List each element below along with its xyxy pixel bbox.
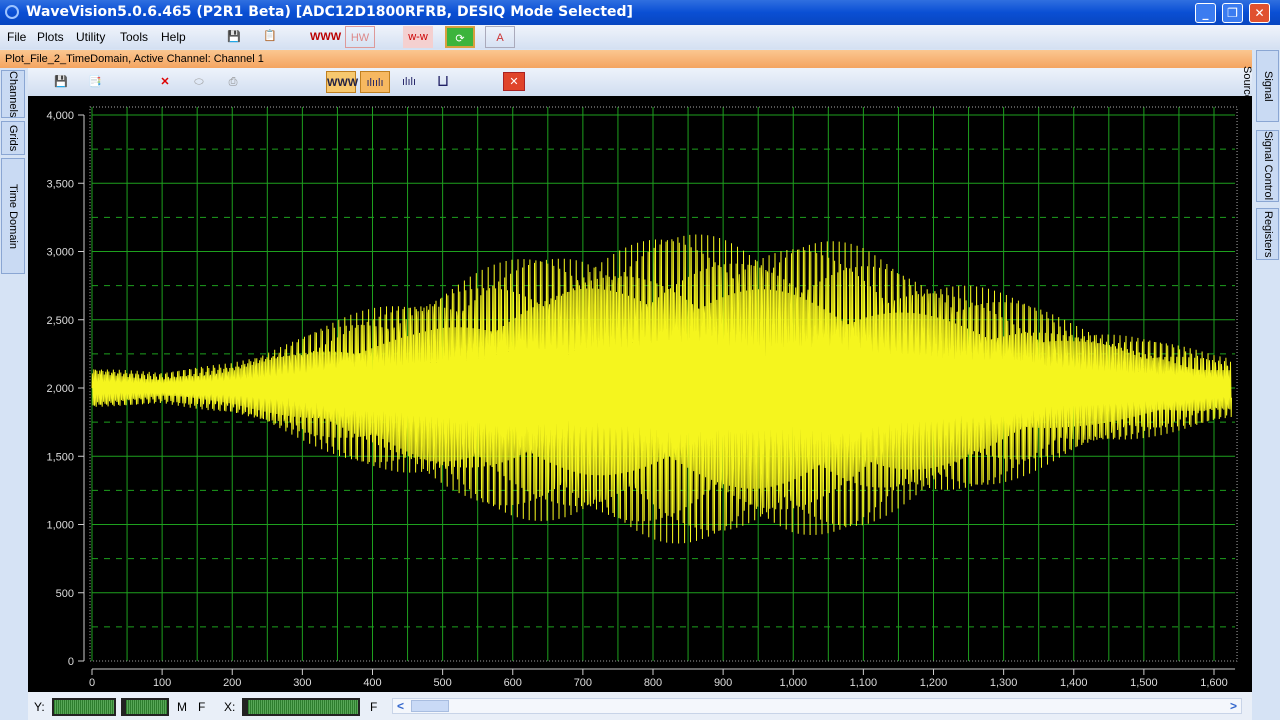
x-tick-label: 600 (504, 677, 522, 689)
y-tick-label: 0 (68, 656, 74, 668)
x-tick-label: 1,300 (990, 677, 1018, 689)
bathtub-plot-icon[interactable]: ⊔ (428, 71, 458, 93)
window-title: WaveVision5.0.6.465 (P2R1 Beta) [ADC12D1… (26, 4, 633, 20)
bottom-bar: Y: M F X: F < > (28, 692, 1252, 720)
y-scale-slider[interactable] (52, 698, 116, 716)
y-label: Y: (34, 700, 45, 714)
app-logo-icon (5, 5, 19, 19)
histogram-plot-icon[interactable]: ılılı (394, 71, 424, 93)
y-tick-label: 4,000 (46, 110, 74, 122)
export-icon[interactable]: 📋 (255, 25, 285, 47)
x-fit-button[interactable]: F (370, 700, 377, 714)
chart-svg: 0 100 200 300 400 500 600 700 800 900 1,000 1,100 1,… (46, 106, 1238, 689)
scroll-left-button[interactable]: < (397, 699, 404, 713)
menu-file[interactable]: File (7, 30, 26, 44)
y-tick-label: 1,500 (46, 451, 74, 463)
menu-help[interactable]: Help (161, 30, 186, 44)
y-tick-label: 500 (56, 588, 74, 600)
x-tick-label: 0 (89, 677, 95, 689)
menu-plots[interactable]: Plots (37, 30, 64, 44)
x-tick-label: 1,400 (1060, 677, 1088, 689)
print-icon[interactable]: ⎙ (218, 71, 248, 93)
x-tick-label: 1,500 (1130, 677, 1158, 689)
close-plot-button[interactable]: ✕ (503, 72, 525, 91)
scroll-right-button[interactable]: > (1230, 699, 1237, 713)
time-domain-plot[interactable]: 0 100 200 300 400 500 600 700 800 900 1,000 1,100 1,… (28, 96, 1252, 692)
title-bar: WaveVision5.0.6.465 (P2R1 Beta) [ADC12D1… (0, 0, 1280, 25)
tab-registers[interactable]: Registers (1256, 208, 1279, 260)
x-tick-label: 100 (153, 677, 171, 689)
tab-signal-sources[interactable]: Signal Sources (1241, 50, 1279, 122)
zoom-reset-icon[interactable]: ✕ (150, 71, 180, 93)
tab-grids[interactable]: Grids (1, 121, 25, 155)
x-tick-label: 1,100 (850, 677, 878, 689)
tab-signal-control[interactable]: Signal Control (1256, 130, 1279, 202)
tab-channels[interactable]: Channels (1, 70, 25, 118)
tab-time-domain-readouts[interactable]: Time Domain Readouts (1, 158, 25, 274)
y-offset-slider[interactable] (121, 698, 169, 716)
waveform-icon[interactable]: w-w (403, 26, 433, 48)
x-tick-label: 800 (644, 677, 662, 689)
y-tick-label: 2,500 (46, 315, 74, 327)
x-tick-label: 1,600 (1200, 677, 1228, 689)
x-tick-label: 400 (363, 677, 381, 689)
plot-toolbar: 💾 📑 ✕ ⬭ ⎙ WWW ılıılı ılılı ⊔ ✕ (28, 68, 1252, 96)
channel-1-trace (91, 234, 1232, 544)
x-scrollbar[interactable]: < > (392, 698, 1242, 714)
y-tick-label: 1,000 (46, 520, 74, 532)
save-icon[interactable]: 💾 (219, 26, 249, 48)
menu-utility[interactable]: Utility (76, 30, 105, 44)
x-tick-label: 900 (714, 677, 732, 689)
hw-icon[interactable]: HW (345, 26, 375, 48)
time-plot-icon[interactable]: WWW (326, 71, 358, 93)
restore-button[interactable]: ❐ (1222, 3, 1243, 23)
y-max-button[interactable]: M (177, 700, 187, 714)
fft-plot-icon[interactable]: ılıılı (360, 71, 390, 93)
x-tick-label: 500 (433, 677, 451, 689)
y-tick-label: 3,500 (46, 178, 74, 190)
close-window-button[interactable]: ✕ (1249, 3, 1270, 23)
time-domain-icon[interactable]: WWW (310, 26, 341, 48)
x-tick-label: 300 (293, 677, 311, 689)
menu-tools[interactable]: Tools (120, 30, 148, 44)
analysis-icon[interactable]: A (485, 26, 515, 48)
scroll-thumb[interactable] (411, 700, 449, 712)
copy-plot-icon[interactable]: 📑 (80, 71, 110, 93)
x-tick-label: 1,000 (779, 677, 807, 689)
y-tick-label: 2,000 (46, 383, 74, 395)
y-fit-button[interactable]: F (198, 700, 205, 714)
x-label: X: (224, 700, 236, 714)
plot-label: Plot_File_2_TimeDomain, Active Channel: … (0, 50, 1252, 68)
x-tick-label: 700 (574, 677, 592, 689)
refresh-icon[interactable]: ⟳ (445, 26, 475, 48)
eraser-icon[interactable]: ⬭ (184, 71, 214, 93)
x-tick-label: 1,200 (920, 677, 948, 689)
menu-bar: File Plots Utility Tools Help 💾 📋 WWW HW… (0, 25, 1280, 49)
save-plot-icon[interactable]: 💾 (46, 71, 76, 93)
y-tick-label: 3,000 (46, 247, 74, 259)
x-scale-slider[interactable] (242, 698, 360, 716)
minimize-button[interactable]: _ (1195, 3, 1216, 23)
x-tick-label: 200 (223, 677, 241, 689)
